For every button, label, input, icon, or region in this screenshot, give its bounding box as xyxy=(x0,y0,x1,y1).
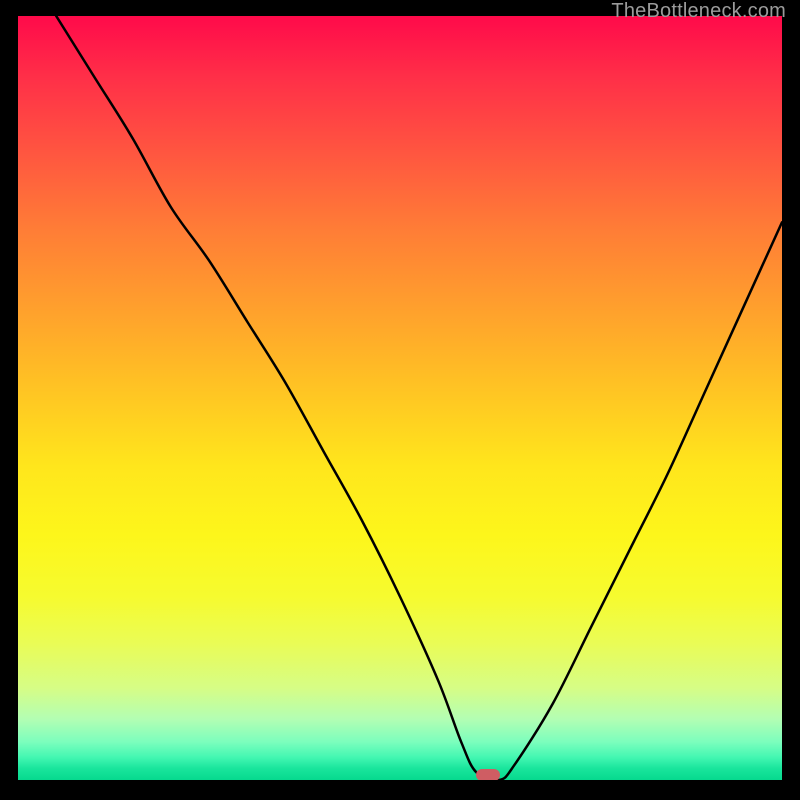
optimal-marker xyxy=(476,769,500,780)
chart-container: TheBottleneck.com xyxy=(0,0,800,800)
watermark-text: TheBottleneck.com xyxy=(611,0,786,23)
plot-area xyxy=(18,16,782,780)
bottleneck-curve xyxy=(18,16,782,780)
